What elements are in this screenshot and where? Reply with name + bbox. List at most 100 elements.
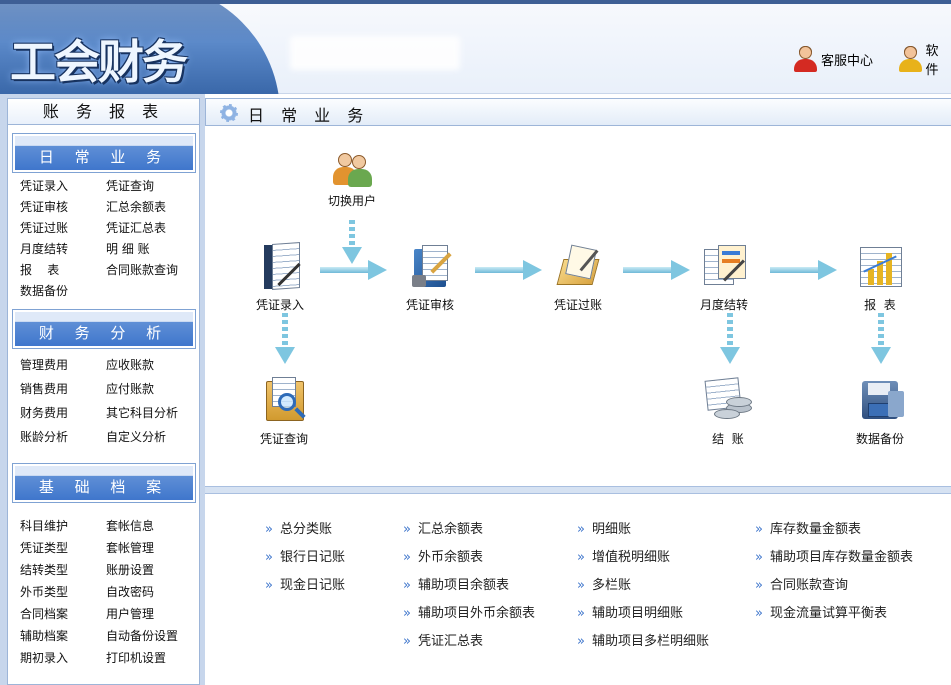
sidebar-panel: 账 务 报 表 日 常 业 务 凭证录入 凭证查询 凭证审核 汇总余额表 凭证过… (7, 98, 200, 685)
flow-voucher-posting[interactable]: 凭证过账 (533, 243, 623, 313)
report-links-panel: 总分类账 银行日记账 现金日记账 汇总余额表 外币余额表 辅助项目余额表 辅助项… (205, 494, 951, 685)
data-backup-disk-icon (852, 377, 908, 427)
menu-other-account-analysis[interactable]: 其它科目分析 (106, 404, 192, 428)
arrow-month-end-to-close (720, 313, 740, 364)
section-title: 日 常 业 务 (15, 136, 193, 170)
menu-payables[interactable]: 应付账款 (106, 380, 192, 404)
menu-transfer-types[interactable]: 结转类型 (20, 561, 106, 583)
report-link-inventory-amount[interactable]: 库存数量金额表 (755, 518, 913, 546)
flow-label: 月度结转 (699, 298, 748, 312)
report-link-voucher-summary[interactable]: 凭证汇总表 (403, 630, 535, 658)
menu-voucher-audit[interactable]: 凭证审核 (20, 198, 106, 219)
section-divider (205, 486, 951, 494)
flow-month-end[interactable]: 月度结转 (679, 243, 769, 313)
flow-reports[interactable]: 报 表 (835, 243, 925, 313)
section-basic-archive: 基 础 档 案 (12, 463, 196, 503)
menu-contract-archive[interactable]: 合同档案 (20, 605, 106, 627)
logo-panel: 工会财务 (0, 4, 300, 94)
report-link-foreign-balance[interactable]: 外币余额表 (403, 546, 535, 574)
app-logo: 工会财务 (10, 35, 188, 89)
report-column: 明细账 增值税明细账 多栏账 辅助项目明细账 辅助项目多栏明细账 (577, 518, 709, 658)
report-link-aux-multi-column[interactable]: 辅助项目多栏明细账 (577, 630, 709, 658)
menu-user-management[interactable]: 用户管理 (106, 605, 192, 627)
menu-sales-expense[interactable]: 销售费用 (20, 380, 106, 404)
voucher-posting-icon (550, 243, 606, 293)
report-column: 汇总余额表 外币余额表 辅助项目余额表 辅助项目外币余额表 凭证汇总表 (403, 518, 535, 658)
arrow-reports-to-backup (871, 313, 891, 364)
voucher-query-icon (256, 377, 312, 427)
flow-voucher-audit[interactable]: 凭证审核 (385, 243, 475, 313)
menu-auxiliary-archive[interactable]: 辅助档案 (20, 627, 106, 649)
flow-label: 凭证过账 (553, 298, 602, 312)
flow-label: 凭证录入 (255, 298, 304, 312)
flow-voucher-entry[interactable]: 凭证录入 (235, 242, 325, 313)
report-link-aux-detail[interactable]: 辅助项目明细账 (577, 602, 709, 630)
software-icon (898, 46, 922, 72)
sidebar-title: 账 务 报 表 (8, 99, 199, 125)
menu-admin-expense[interactable]: 管理费用 (20, 356, 106, 380)
software-link[interactable]: 软件 (898, 44, 951, 78)
menu-book-info[interactable]: 套帐信息 (106, 517, 192, 539)
flow-label: 报 表 (864, 298, 896, 312)
menu-voucher-query[interactable]: 凭证查询 (106, 177, 192, 198)
menu-printer-settings[interactable]: 打印机设置 (106, 649, 192, 671)
reports-chart-icon (852, 243, 908, 293)
menu-book-management[interactable]: 套帐管理 (106, 539, 192, 561)
menu-book-settings[interactable]: 账册设置 (106, 561, 192, 583)
report-column: 总分类账 银行日记账 现金日记账 (265, 518, 345, 602)
flow-label: 凭证审核 (405, 298, 454, 312)
menu-auto-backup-settings[interactable]: 自动备份设置 (106, 627, 192, 649)
financial-analysis-menu: 管理费用 应收账款 销售费用 应付账款 财务费用 其它科目分析 账龄分析 自定义… (20, 356, 192, 452)
menu-voucher-summary[interactable]: 凭证汇总表 (106, 219, 192, 240)
report-link-aux-foreign-balance[interactable]: 辅助项目外币余额表 (403, 602, 535, 630)
gear-icon (220, 104, 238, 122)
menu-aging-analysis[interactable]: 账龄分析 (20, 428, 106, 452)
customer-service-label: 客服中心 (821, 53, 874, 69)
report-link-aux-balance[interactable]: 辅助项目余额表 (403, 574, 535, 602)
menu-reports[interactable]: 报 表 (20, 261, 106, 282)
workflow-diagram: 切换用户 凭证录入 凭证审核 凭证过账 月度结转 报 表 凭证查询 结 账 数据… (205, 127, 951, 482)
flow-label: 切换用户 (327, 194, 376, 208)
page-title: 日 常 业 务 (248, 106, 370, 125)
report-link-vat-detail[interactable]: 增值税明细账 (577, 546, 709, 574)
users-icon (324, 153, 380, 189)
menu-data-backup[interactable]: 数据备份 (20, 282, 106, 303)
menu-month-end[interactable]: 月度结转 (20, 240, 106, 261)
report-column: 库存数量金额表 辅助项目库存数量金额表 合同账款查询 现金流量试算平衡表 (755, 518, 913, 630)
voucher-audit-icon (402, 243, 458, 293)
flow-data-backup[interactable]: 数据备份 (835, 377, 925, 447)
report-link-contract-query[interactable]: 合同账款查询 (755, 574, 913, 602)
main-title-bar: 日 常 业 务 (205, 98, 951, 126)
software-label: 软件 (925, 44, 939, 78)
menu-change-password[interactable]: 自改密码 (106, 583, 192, 605)
menu-voucher-posting[interactable]: 凭证过账 (20, 219, 106, 240)
customer-service-link[interactable]: 客服中心 (793, 44, 873, 74)
report-link-summary-balance[interactable]: 汇总余额表 (403, 518, 535, 546)
flow-close-books[interactable]: 结 账 (683, 377, 773, 447)
menu-currency-types[interactable]: 外币类型 (20, 583, 106, 605)
menu-finance-expense[interactable]: 财务费用 (20, 404, 106, 428)
menu-summary-balance[interactable]: 汇总余额表 (106, 198, 192, 219)
menu-custom-analysis[interactable]: 自定义分析 (106, 428, 192, 452)
report-link-cash-journal[interactable]: 现金日记账 (265, 574, 345, 602)
flow-voucher-query[interactable]: 凭证查询 (239, 377, 329, 447)
flow-label: 凭证查询 (259, 432, 308, 446)
report-link-bank-journal[interactable]: 银行日记账 (265, 546, 345, 574)
menu-detail-ledger[interactable]: 明 细 账 (106, 240, 192, 261)
section-daily-business: 日 常 业 务 (12, 133, 196, 173)
menu-contract-query[interactable]: 合同账款查询 (106, 261, 192, 282)
flow-switch-user[interactable]: 切换用户 (307, 153, 397, 209)
menu-account-maintenance[interactable]: 科目维护 (20, 517, 106, 539)
menu-voucher-types[interactable]: 凭证类型 (20, 539, 106, 561)
report-link-general-ledger[interactable]: 总分类账 (265, 518, 345, 546)
menu-receivables[interactable]: 应收账款 (106, 356, 192, 380)
menu-voucher-entry[interactable]: 凭证录入 (20, 177, 106, 198)
report-link-cashflow-trial[interactable]: 现金流量试算平衡表 (755, 602, 913, 630)
report-link-aux-inventory-amount[interactable]: 辅助项目库存数量金额表 (755, 546, 913, 574)
daily-business-menu: 凭证录入 凭证查询 凭证审核 汇总余额表 凭证过账 凭证汇总表 月度结转 明 细… (20, 177, 192, 303)
arrow-audit-to-posting (475, 260, 542, 280)
menu-opening-entry[interactable]: 期初录入 (20, 649, 106, 671)
section-title: 基 础 档 案 (15, 466, 193, 500)
report-link-multi-column[interactable]: 多栏账 (577, 574, 709, 602)
report-link-detail-ledger[interactable]: 明细账 (577, 518, 709, 546)
